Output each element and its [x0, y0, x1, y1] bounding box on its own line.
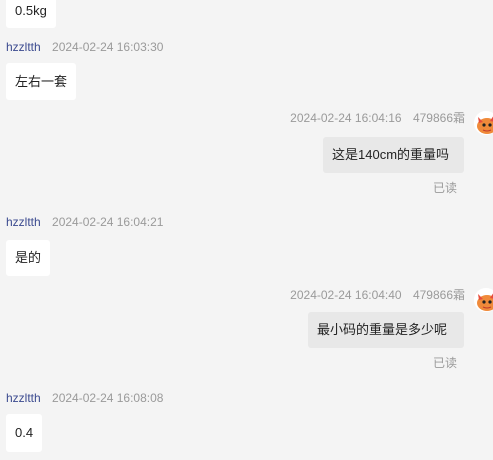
timestamp: 2024-02-24 16:04:16 [290, 111, 402, 125]
message-meta: hzzltth 2024-02-24 16:08:08 [6, 391, 163, 405]
timestamp: 2024-02-24 16:04:40 [290, 288, 402, 302]
message-text: 最小码的重量是多少呢 [317, 322, 448, 337]
message-meta: 2024-02-24 16:04:16 479866霜 [290, 111, 465, 125]
avatar-image [474, 111, 493, 135]
chat-message-list[interactable]: 0.5kg hzzltth 2024-02-24 16:03:30 左右一套 2… [0, 0, 493, 460]
message-bubble: 0.5kg [6, 0, 56, 28]
sender-name[interactable]: hzzltth [6, 391, 41, 405]
avatar[interactable] [474, 288, 493, 312]
message-bubble: 这是140cm的重量吗 [323, 137, 464, 173]
message-text: 0.5kg [15, 3, 47, 18]
timestamp: 2024-02-24 16:04:21 [52, 215, 164, 229]
sender-name[interactable]: hzzltth [6, 215, 41, 229]
timestamp: 2024-02-24 16:03:30 [52, 40, 164, 54]
message-meta: hzzltth 2024-02-24 16:03:30 [6, 40, 163, 54]
message-bubble: 最小码的重量是多少呢 [308, 312, 464, 348]
sender-name[interactable]: 479866霜 [413, 111, 465, 125]
read-status: 已读 [433, 181, 458, 195]
message-bubble: 0.4 [6, 414, 43, 452]
sender-name[interactable]: hzzltth [6, 40, 41, 54]
read-status: 已读 [433, 356, 458, 370]
timestamp: 2024-02-24 16:08:08 [52, 391, 164, 405]
message-text: 这是140cm的重量吗 [332, 147, 450, 162]
message-bubble: 左右一套 [6, 63, 77, 100]
message-meta: hzzltth 2024-02-24 16:04:21 [6, 215, 163, 229]
avatar-image [474, 288, 493, 312]
message-meta: 2024-02-24 16:04:40 479866霜 [290, 288, 465, 302]
sender-name[interactable]: 479866霜 [413, 288, 465, 302]
message-bubble: 是的 [6, 240, 51, 276]
message-text: 0.4 [15, 425, 34, 440]
message-text: 左右一套 [15, 73, 68, 89]
avatar[interactable] [474, 111, 493, 135]
message-text: 是的 [15, 250, 42, 265]
